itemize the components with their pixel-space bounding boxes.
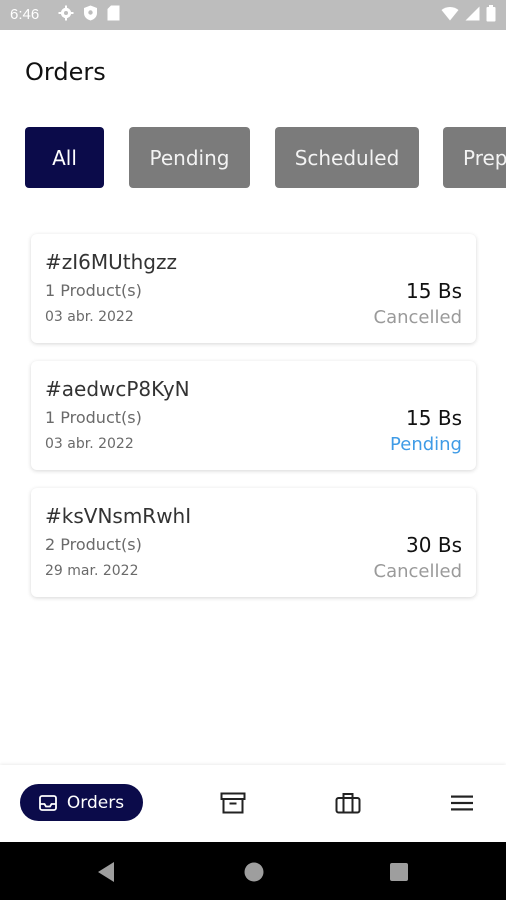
battery-icon xyxy=(486,4,496,26)
order-products: 2 Product(s) xyxy=(45,535,142,554)
order-price: 15 Bs xyxy=(406,279,462,303)
recents-icon[interactable] xyxy=(386,859,412,885)
order-id: #aedwcP8KyN xyxy=(45,377,190,401)
order-date: 03 abr. 2022 xyxy=(45,436,134,452)
filter-chip-scheduled[interactable]: Scheduled xyxy=(275,127,419,188)
settings-icon xyxy=(58,5,74,25)
home-icon[interactable] xyxy=(241,859,267,885)
order-status: Cancelled xyxy=(373,307,462,328)
shield-icon xyxy=(83,5,98,25)
order-status: Pending xyxy=(390,434,462,455)
filter-chips: All Pending Scheduled Prep xyxy=(25,127,506,189)
order-card[interactable]: #aedwcP8KyN 1 Product(s) 03 abr. 2022 15… xyxy=(31,361,476,470)
order-card[interactable]: #zI6MUthgzz 1 Product(s) 03 abr. 2022 15… xyxy=(31,234,476,343)
filter-chip-all[interactable]: All xyxy=(25,127,104,188)
filter-chip-pending[interactable]: Pending xyxy=(129,127,250,188)
order-price: 30 Bs xyxy=(406,533,462,557)
order-id: #zI6MUthgzz xyxy=(45,250,177,274)
page-title: Orders xyxy=(25,58,106,86)
archive-icon[interactable] xyxy=(219,789,247,817)
order-price: 15 Bs xyxy=(406,406,462,430)
system-nav-bar xyxy=(0,842,506,900)
order-id: #ksVNsmRwhI xyxy=(45,504,192,528)
order-date: 29 mar. 2022 xyxy=(45,563,139,579)
order-products: 1 Product(s) xyxy=(45,408,142,427)
order-date: 03 abr. 2022 xyxy=(45,309,134,325)
inbox-icon xyxy=(39,794,57,811)
status-time: 6:46 xyxy=(10,6,40,23)
status-bar: 6:46 xyxy=(0,0,506,30)
back-icon[interactable] xyxy=(93,859,119,885)
menu-icon[interactable] xyxy=(448,789,476,817)
order-products: 1 Product(s) xyxy=(45,281,142,300)
nav-orders-label: Orders xyxy=(66,792,125,813)
sd-card-icon xyxy=(107,5,120,25)
wifi-icon xyxy=(441,6,459,25)
filter-chip-prep[interactable]: Prep xyxy=(443,127,506,188)
nav-orders-button[interactable]: Orders xyxy=(20,784,143,821)
order-status: Cancelled xyxy=(373,561,462,582)
briefcase-icon[interactable] xyxy=(334,789,362,817)
status-left-icons xyxy=(58,5,120,25)
bottom-nav: Orders xyxy=(0,765,506,842)
signal-icon xyxy=(465,6,480,25)
order-card[interactable]: #ksVNsmRwhI 2 Product(s) 29 mar. 2022 30… xyxy=(31,488,476,597)
status-right-icons xyxy=(441,4,496,26)
